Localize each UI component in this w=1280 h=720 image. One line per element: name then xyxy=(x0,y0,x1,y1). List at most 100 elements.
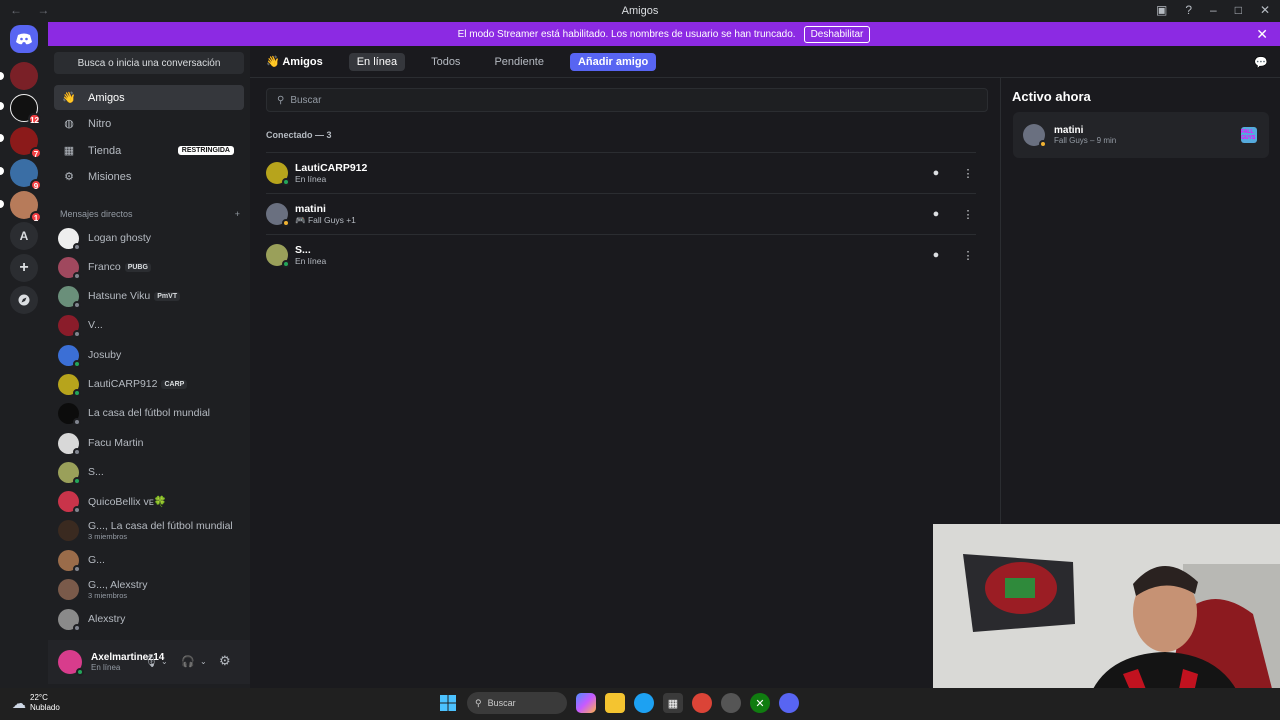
dm-item[interactable]: Hatsune Viku PmVT xyxy=(58,283,244,309)
avatar xyxy=(266,203,290,227)
tab-todos[interactable]: Todos xyxy=(423,53,468,71)
server-icon[interactable]: 1 xyxy=(10,191,42,223)
chevron-down-icon[interactable]: ⌄ xyxy=(161,657,168,666)
server-tag: CARP xyxy=(161,379,188,389)
shop-icon: ▦ xyxy=(63,145,75,157)
add-server-icon[interactable]: + xyxy=(10,254,38,282)
help-icon[interactable]: ? xyxy=(1185,3,1192,17)
menu-item-misiones[interactable]: ⚙ Misiones xyxy=(54,164,244,189)
friend-row[interactable]: S... En línea ● ⋮ xyxy=(266,234,976,275)
more-options-icon[interactable]: ⋮ xyxy=(960,247,976,263)
store-icon[interactable]: ▦ xyxy=(663,693,683,713)
avatar xyxy=(58,373,81,397)
discover-icon[interactable] xyxy=(10,286,38,314)
dm-item[interactable]: Franco PUBG xyxy=(58,254,244,280)
windows-start-icon[interactable] xyxy=(438,693,458,713)
xbox-icon[interactable]: ✕ xyxy=(750,693,770,713)
dm-item[interactable]: S... xyxy=(58,459,244,485)
dm-sidebar: Busca o inicia una conversación 👋 Amigos … xyxy=(48,46,250,688)
dm-item[interactable]: G... xyxy=(58,547,244,573)
more-options-icon[interactable]: ⋮ xyxy=(960,165,976,181)
message-icon[interactable]: ● xyxy=(928,247,944,263)
friend-row[interactable]: LautiCARP912 En línea ● ⋮ xyxy=(266,152,976,193)
quests-icon: ⚙ xyxy=(64,171,74,183)
gamepad-icon: 🎮 xyxy=(295,214,308,225)
disable-streamer-button[interactable]: Deshabilitar xyxy=(803,25,871,43)
friends-search[interactable]: ⚲ xyxy=(266,88,988,112)
menu-item-amigos[interactable]: 👋 Amigos xyxy=(54,85,244,110)
menu-item-tienda[interactable]: ▦ Tienda RESTRINGIDA xyxy=(54,138,244,163)
server-icon[interactable] xyxy=(10,62,38,90)
mention-badge: 9 xyxy=(30,179,42,191)
window-title: Amigos xyxy=(621,5,659,17)
microphone-icon[interactable]: 🎙 xyxy=(144,655,158,668)
chrome-icon[interactable] xyxy=(692,693,712,713)
app-icon[interactable] xyxy=(721,693,741,713)
server-icon[interactable]: 9 xyxy=(10,159,42,191)
dm-item[interactable]: Facu Martin xyxy=(58,430,244,456)
server-icon[interactable]: A xyxy=(10,222,38,250)
dm-item[interactable]: LautiCARP912 CARP xyxy=(58,371,244,397)
tab-en-linea[interactable]: En línea xyxy=(348,52,406,71)
headphones-icon[interactable]: 🎧 xyxy=(181,655,195,668)
menu-item-nitro[interactable]: ◍ Nitro xyxy=(54,111,244,136)
server-pip xyxy=(0,102,4,110)
discord-home-icon[interactable] xyxy=(10,25,38,53)
new-group-dm-icon[interactable]: 💬 xyxy=(1254,56,1268,69)
taskbar-apps: ⚲ Buscar ▦ ✕ xyxy=(438,692,799,714)
edge-icon[interactable] xyxy=(634,693,654,713)
avatar xyxy=(58,285,81,309)
server-rail: 12 7 9 1 A + xyxy=(0,22,48,688)
add-friend-button[interactable]: Añadir amigo xyxy=(569,52,657,71)
gear-icon[interactable]: ⚙ xyxy=(219,653,231,669)
message-icon[interactable]: ● xyxy=(928,206,944,222)
dm-item[interactable]: La casa del fútbol mundial xyxy=(58,400,244,426)
dm-item[interactable]: Logan ghosty xyxy=(58,225,244,251)
dm-item[interactable]: G..., Alexstry 3 miembros xyxy=(58,576,244,602)
close-icon[interactable]: ✕ xyxy=(1256,26,1268,43)
dm-item[interactable]: G..., La casa del fútbol mundial 3 miembr… xyxy=(58,517,244,543)
minimize-button[interactable]: – xyxy=(1210,3,1217,17)
friend-row[interactable]: matini 🎮 Fall Guys +1 ● ⋮ xyxy=(266,193,976,234)
banner-text: El modo Streamer está habilitado. Los no… xyxy=(457,28,796,40)
screen-icon[interactable]: ▣ xyxy=(1156,3,1167,17)
avatar xyxy=(58,608,81,632)
avatar xyxy=(266,162,290,186)
more-options-icon[interactable]: ⋮ xyxy=(960,206,976,222)
server-pip xyxy=(0,167,4,175)
tab-pendiente[interactable]: Pendiente xyxy=(486,53,552,71)
avatar xyxy=(58,519,79,541)
dm-item[interactable]: Josuby xyxy=(58,342,244,368)
maximize-button[interactable]: □ xyxy=(1235,3,1242,17)
copilot-icon[interactable] xyxy=(576,693,596,713)
search-icon: ⚲ xyxy=(277,94,285,106)
dm-header: Mensajes directos + xyxy=(60,209,240,219)
nitro-icon: ◍ xyxy=(64,118,74,130)
avatar xyxy=(58,490,81,514)
dm-item[interactable]: Alexstry xyxy=(58,606,244,632)
folder-icon[interactable] xyxy=(605,693,625,713)
chevron-down-icon[interactable]: ⌄ xyxy=(200,657,207,666)
window-controls: ▣ ? – □ ✕ xyxy=(1156,3,1270,17)
mention-badge: 7 xyxy=(30,147,42,159)
conversation-search[interactable]: Busca o inicia una conversación xyxy=(54,52,244,74)
friends-main: 👋 Amigos En línea Todos Pendiente Añadir… xyxy=(250,46,1280,688)
avatar xyxy=(1023,124,1047,148)
server-icon[interactable]: 12 xyxy=(10,94,41,125)
add-dm-icon[interactable]: + xyxy=(235,209,240,219)
taskbar-search[interactable]: ⚲ Buscar xyxy=(467,692,567,714)
search-input[interactable] xyxy=(290,94,941,106)
server-pip xyxy=(0,134,4,142)
server-pip xyxy=(0,72,4,80)
message-icon[interactable]: ● xyxy=(928,165,944,181)
friends-icon: 👋 xyxy=(266,56,283,68)
cloud-icon: ☁ xyxy=(12,694,26,711)
weather-widget[interactable]: ☁ 22°C Nublado xyxy=(12,693,60,713)
server-icon[interactable]: 7 xyxy=(10,127,42,159)
activity-card[interactable]: matini Fall Guys – 9 min FALL GUYS xyxy=(1013,112,1269,158)
dm-item[interactable]: V... xyxy=(58,312,244,338)
discord-taskbar-icon[interactable] xyxy=(779,693,799,713)
dm-item[interactable]: QuicoBellix ᴠᴇ🍀 xyxy=(58,488,244,514)
avatar[interactable] xyxy=(58,650,84,676)
close-window-button[interactable]: ✕ xyxy=(1260,3,1270,17)
